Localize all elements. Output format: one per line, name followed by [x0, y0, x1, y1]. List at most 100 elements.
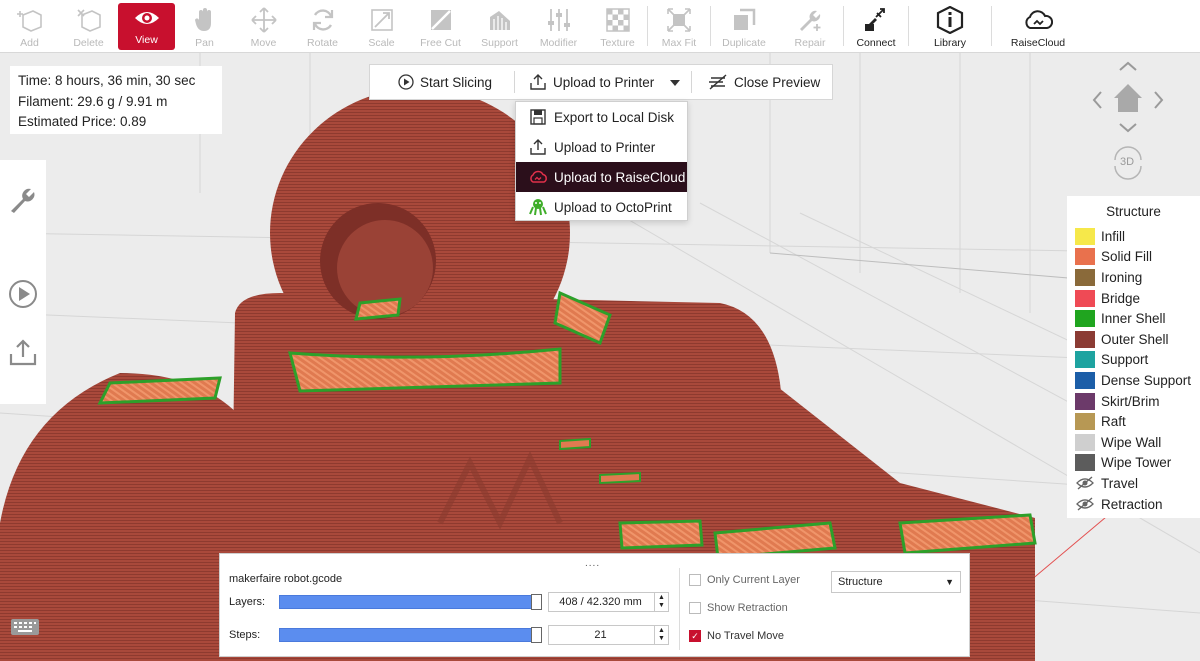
upload-raisecloud-label: Upload to RaiseCloud: [554, 169, 686, 185]
upload-printer-item[interactable]: Upload to Printer: [516, 132, 687, 162]
library-label: Library: [933, 37, 967, 49]
close-preview-button[interactable]: Close Preview: [692, 65, 832, 99]
eye-icon: [132, 3, 162, 32]
upload-to-printer-button[interactable]: Upload to Printer: [515, 65, 665, 99]
view-left-icon: [1092, 91, 1102, 109]
home-view-icon: [1114, 84, 1142, 112]
hand-icon: [190, 5, 220, 35]
upload-options-dropdown-toggle[interactable]: [665, 65, 691, 99]
legend-item-inner-shell: Inner Shell: [1067, 308, 1200, 329]
checkbox-box[interactable]: [689, 574, 701, 586]
layers-label: Layers:: [229, 596, 266, 608]
legend-swatch: [1075, 227, 1095, 245]
legend-item-raft: Raft: [1067, 411, 1200, 432]
legend-swatch: [1075, 413, 1095, 431]
rotate-label: Rotate: [307, 37, 338, 49]
eye-hidden-icon[interactable]: [1075, 475, 1095, 492]
move-label: Move: [250, 37, 277, 49]
legend-item-retraction[interactable]: Retraction: [1067, 494, 1200, 515]
delete-button[interactable]: Delete: [59, 0, 118, 53]
gcode-filename: makerfaire robot.gcode: [229, 573, 343, 585]
layers-close-icon: [708, 74, 728, 90]
raisecloud-button[interactable]: RaiseCloud: [992, 0, 1084, 53]
save-disk-icon: [528, 109, 548, 125]
layers-slider-handle[interactable]: [531, 594, 542, 610]
steps-slider-track[interactable]: [279, 628, 541, 642]
move-button[interactable]: Move: [234, 0, 293, 53]
connect-icon: [861, 5, 891, 35]
start-slicing-button[interactable]: Start Slicing: [370, 65, 514, 99]
play-circle-icon: [398, 74, 414, 90]
modifier-button[interactable]: Modifier: [529, 0, 588, 53]
steps-slider-handle[interactable]: [531, 627, 542, 643]
library-icon: [935, 5, 965, 35]
texture-button[interactable]: Texture: [588, 0, 647, 53]
max-fit-button[interactable]: Max Fit: [648, 0, 710, 53]
octoprint-icon: [528, 198, 548, 216]
view-mode-value: Structure: [838, 576, 883, 588]
legend-item-ironing: Ironing: [1067, 267, 1200, 288]
legend-swatch: [1075, 310, 1095, 328]
view-navigation-control: 3D: [1088, 60, 1168, 180]
legend-item-wipe-tower: Wipe Tower: [1067, 453, 1200, 474]
checkmark-icon[interactable]: ✓: [689, 630, 701, 642]
caret-down-icon: [669, 75, 681, 90]
play-preview-button[interactable]: [0, 266, 46, 324]
legend-item-support: Support: [1067, 350, 1200, 371]
3d-view-toggle[interactable]: 3D: [1120, 156, 1134, 168]
upload-icon: [8, 337, 38, 370]
show-retraction-checkbox[interactable]: Show Retraction: [689, 602, 788, 614]
filament-usage: Filament: 29.6 g / 9.91 m: [18, 93, 168, 109]
free-cut-button[interactable]: Free Cut: [411, 0, 470, 53]
library-button[interactable]: Library: [909, 0, 991, 53]
upload-octoprint-item[interactable]: Upload to OctoPrint: [516, 192, 687, 222]
view-mode-select[interactable]: Structure ▼: [831, 571, 961, 593]
add-label: Add: [20, 37, 39, 49]
layers-spin-buttons[interactable]: ▲ ▼: [654, 593, 668, 611]
legend-item-infill: Infill: [1067, 226, 1200, 247]
only-current-layer-checkbox[interactable]: Only Current Layer: [689, 574, 800, 586]
preview-control-panel: .... makerfaire robot.gcode Layers: 408 …: [219, 553, 970, 657]
steps-spin-buttons[interactable]: ▲ ▼: [654, 626, 668, 644]
upload-options-menu: Export to Local Disk Upload to Printer U…: [515, 101, 688, 221]
wrench-icon: [8, 185, 38, 218]
connect-button[interactable]: Connect: [844, 0, 908, 53]
add-button[interactable]: Add: [0, 0, 59, 53]
panel-drag-handle[interactable]: ....: [585, 558, 600, 569]
pan-button[interactable]: Pan: [175, 0, 234, 53]
repair-button[interactable]: Repair: [777, 0, 843, 53]
checkerboard-icon: [603, 5, 633, 35]
checkbox-box[interactable]: [689, 602, 701, 614]
layers-slider-track[interactable]: [279, 595, 541, 609]
support-button[interactable]: Support: [470, 0, 529, 53]
legend-item-bridge: Bridge: [1067, 288, 1200, 309]
export-local-disk-item[interactable]: Export to Local Disk: [516, 102, 687, 132]
estimated-price: Estimated Price: 0.89: [18, 114, 147, 129]
legend-item-skirt-brim: Skirt/Brim: [1067, 391, 1200, 412]
no-travel-move-checkbox[interactable]: ✓ No Travel Move: [689, 630, 784, 642]
main-toolbar: Add Delete View Pan Move Rotate Scale Fr…: [0, 0, 1200, 53]
rotate-icon: [308, 5, 338, 35]
steps-label: Steps:: [229, 629, 261, 641]
upload-raisecloud-item[interactable]: Upload to RaiseCloud: [516, 162, 687, 192]
share-export-button[interactable]: [0, 324, 46, 382]
rotate-button[interactable]: Rotate: [293, 0, 352, 53]
panel-divider: [679, 568, 680, 650]
free-cut-label: Free Cut: [420, 37, 461, 49]
duplicate-button[interactable]: Duplicate: [711, 0, 777, 53]
keyboard-icon[interactable]: [10, 618, 40, 636]
legend-item-travel[interactable]: Travel: [1067, 473, 1200, 494]
steps-spinbox[interactable]: 21 ▲ ▼: [548, 625, 669, 645]
scale-button[interactable]: Scale: [352, 0, 411, 53]
legend-swatch: [1075, 433, 1095, 451]
legend-title: Structure: [1106, 204, 1161, 219]
structure-legend: Structure Infill Solid Fill Ironing Brid…: [1067, 196, 1200, 518]
settings-wrench-button[interactable]: [0, 172, 46, 230]
legend-swatch: [1075, 268, 1095, 286]
view-down-icon: [1119, 123, 1137, 133]
layers-spinbox[interactable]: 408 / 42.320 mm ▲ ▼: [548, 592, 669, 612]
view-button[interactable]: View: [118, 3, 175, 50]
view-right-icon: [1154, 91, 1164, 109]
left-side-toolbar: [0, 160, 46, 404]
eye-hidden-icon[interactable]: [1075, 496, 1095, 513]
